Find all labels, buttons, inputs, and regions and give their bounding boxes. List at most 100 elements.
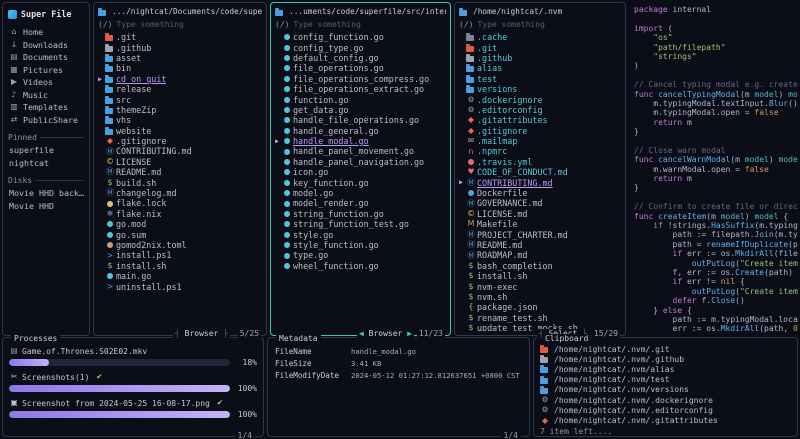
sidebar-item-videos[interactable]: ▶Videos bbox=[8, 76, 84, 89]
file-row[interactable]: ●string_function_test.go bbox=[275, 219, 446, 229]
file-row[interactable]: .cache bbox=[459, 32, 621, 42]
file-row[interactable]: ◆.gitignore bbox=[98, 136, 262, 146]
file-row[interactable]: versions bbox=[459, 84, 621, 94]
file-row[interactable]: ●file_operations.go bbox=[275, 63, 446, 73]
file-row[interactable]: ⓂREADME.md bbox=[98, 167, 262, 177]
clipboard-item[interactable]: /home/nightcat/.nvm/versions bbox=[540, 385, 791, 395]
file-row[interactable]: ❄flake.nix bbox=[98, 209, 262, 219]
file-row[interactable]: Ⓜchangelog.md bbox=[98, 188, 262, 198]
file-row[interactable]: vhs bbox=[98, 115, 262, 125]
clipboard-item[interactable]: ⚙/home/nightcat/.nvm/.dockerignore bbox=[540, 395, 791, 405]
next-panel-arrow-icon[interactable]: ▶ bbox=[407, 329, 412, 338]
file-row[interactable]: ●get_data.go bbox=[275, 105, 446, 115]
file-row[interactable]: {package.json bbox=[459, 302, 621, 312]
file-row[interactable]: ●string_function.go bbox=[275, 209, 446, 219]
file-row[interactable]: ●icon.go bbox=[275, 167, 446, 177]
file-row[interactable]: ●.travis.yml bbox=[459, 157, 621, 167]
file-row[interactable]: .github bbox=[98, 42, 262, 52]
file-row[interactable]: ©LICENSE bbox=[98, 157, 262, 167]
search-input[interactable]: (/) Type something bbox=[459, 18, 621, 30]
sidebar-item-music[interactable]: ♪Music bbox=[8, 89, 84, 102]
prev-panel-arrow-icon[interactable]: ◀ bbox=[359, 329, 364, 338]
file-row[interactable]: ●default_config.go bbox=[275, 53, 446, 63]
file-row[interactable]: .github bbox=[459, 53, 621, 63]
file-row[interactable]: ⓂGOVERNANCE.md bbox=[459, 198, 621, 208]
file-row[interactable]: ♥CODE_OF_CONDUCT.md bbox=[459, 167, 621, 177]
file-row[interactable]: ◆.gitignore bbox=[459, 126, 621, 136]
pinned-item-nightcat[interactable]: nightcat bbox=[8, 157, 84, 170]
file-row[interactable]: ●function.go bbox=[275, 94, 446, 104]
file-row[interactable]: ●gomod2nix.toml bbox=[98, 240, 262, 250]
pinned-item-superfile[interactable]: superfile bbox=[8, 144, 84, 157]
sidebar-item-pictures[interactable]: ▦Pictures bbox=[8, 64, 84, 77]
panel-path[interactable]: .../nightcat/Documents/code/superfile bbox=[98, 5, 262, 18]
file-row[interactable]: website bbox=[98, 126, 262, 136]
file-row[interactable]: ●type.go bbox=[275, 250, 446, 260]
sidebar-item-downloads[interactable]: ↓Downloads bbox=[8, 39, 84, 52]
file-row[interactable]: bin bbox=[98, 63, 262, 73]
file-row[interactable]: ●file_operations_compress.go bbox=[275, 74, 446, 84]
process-item[interactable]: ▣Screenshot from 2024-05-25 16-08-17.png… bbox=[9, 398, 257, 419]
clipboard-item[interactable]: /home/nightcat/.nvm/alias bbox=[540, 364, 791, 374]
search-input[interactable]: (/) Type something bbox=[275, 18, 446, 30]
disk-item-movie-hhd-backu-[interactable]: Movie HHD backu... bbox=[8, 187, 84, 200]
file-row[interactable]: ●config_function.go bbox=[275, 32, 446, 42]
file-row[interactable]: ▶●handle_modal.go bbox=[275, 136, 446, 146]
file-row[interactable]: ⓂREADME.md bbox=[459, 240, 621, 250]
file-row[interactable]: $nvm.sh bbox=[459, 292, 621, 302]
file-row[interactable]: ●go.sum bbox=[98, 229, 262, 239]
file-row[interactable]: ●main.go bbox=[98, 271, 262, 281]
file-row[interactable]: ●wheel_function.go bbox=[275, 261, 446, 271]
file-row[interactable]: ●Dockerfile bbox=[459, 188, 621, 198]
file-row[interactable]: ⚙.dockerignore bbox=[459, 94, 621, 104]
search-input[interactable]: (/) Type something bbox=[98, 18, 262, 30]
sidebar-item-publicshare[interactable]: ⇄PublicShare bbox=[8, 114, 84, 127]
sidebar-item-documents[interactable]: ▤Documents bbox=[8, 51, 84, 64]
clipboard-item[interactable]: ◆/home/nightcat/.nvm/.gitattributes bbox=[540, 415, 791, 425]
file-row[interactable]: asset bbox=[98, 53, 262, 63]
file-row[interactable]: >install.ps1 bbox=[98, 250, 262, 260]
file-row[interactable]: themeZip bbox=[98, 105, 262, 115]
file-row[interactable]: ●handle_panel_movement.go bbox=[275, 146, 446, 156]
file-row[interactable]: release bbox=[98, 84, 262, 94]
file-row[interactable]: ●go.mod bbox=[98, 219, 262, 229]
file-row[interactable]: ●handle_general.go bbox=[275, 126, 446, 136]
file-row[interactable]: ⚙.editorconfig bbox=[459, 105, 621, 115]
file-row[interactable]: ✉.mailmap bbox=[459, 136, 621, 146]
process-item[interactable]: ▤Game.of.Thrones.S02E02.mkv18% bbox=[9, 346, 257, 367]
file-row[interactable]: ⓂCONTRIBUTING.md bbox=[98, 146, 262, 156]
sidebar-item-home[interactable]: ⌂Home bbox=[8, 26, 84, 39]
file-row[interactable]: ⓂROADMAP.md bbox=[459, 250, 621, 260]
file-row[interactable]: MMakefile bbox=[459, 219, 621, 229]
file-row[interactable]: ⓂPROJECT_CHARTER.md bbox=[459, 229, 621, 239]
clipboard-item[interactable]: /home/nightcat/.nvm/.github bbox=[540, 354, 791, 364]
file-row[interactable]: test bbox=[459, 74, 621, 84]
file-row[interactable]: $nvm-exec bbox=[459, 281, 621, 291]
file-row[interactable]: ◆.gitattributes bbox=[459, 115, 621, 125]
file-row[interactable]: .git bbox=[98, 32, 262, 42]
file-row[interactable]: ●handle_file_operations.go bbox=[275, 115, 446, 125]
file-row[interactable]: ©LICENSE.md bbox=[459, 209, 621, 219]
file-row[interactable]: ●flake.lock bbox=[98, 198, 262, 208]
panel-path[interactable]: /home/nightcat/.nvm bbox=[459, 5, 621, 18]
file-row[interactable]: n.npmrc bbox=[459, 146, 621, 156]
clipboard-item[interactable]: /home/nightcat/.nvm/.git bbox=[540, 344, 791, 354]
file-row[interactable]: ●config_type.go bbox=[275, 42, 446, 52]
file-row[interactable]: src bbox=[98, 94, 262, 104]
file-row[interactable]: .git bbox=[459, 42, 621, 52]
clipboard-item[interactable]: /home/nightcat/.nvm/test bbox=[540, 375, 791, 385]
file-row[interactable]: ●style_function.go bbox=[275, 240, 446, 250]
file-row[interactable]: ●style.go bbox=[275, 229, 446, 239]
file-row[interactable]: $bash_completion bbox=[459, 261, 621, 271]
disk-item-movie-hhd[interactable]: Movie HHD bbox=[8, 200, 84, 213]
file-row[interactable]: ●file_operations_extract.go bbox=[275, 84, 446, 94]
file-row[interactable]: >uninstall.ps1 bbox=[98, 281, 262, 291]
file-row[interactable]: $install.sh bbox=[459, 271, 621, 281]
file-row[interactable]: ●handle_panel_navigation.go bbox=[275, 157, 446, 167]
sidebar-item-templates[interactable]: ▥Templates bbox=[8, 101, 84, 114]
file-row[interactable]: ●model_render.go bbox=[275, 198, 446, 208]
file-row[interactable]: ▶ⓂCONTRIBUTING.md bbox=[459, 177, 621, 187]
file-row[interactable]: ▶cd_on_quit bbox=[98, 74, 262, 84]
clipboard-item[interactable]: ⚙/home/nightcat/.nvm/.editorconfig bbox=[540, 405, 791, 415]
file-row[interactable]: $build.sh bbox=[98, 177, 262, 187]
